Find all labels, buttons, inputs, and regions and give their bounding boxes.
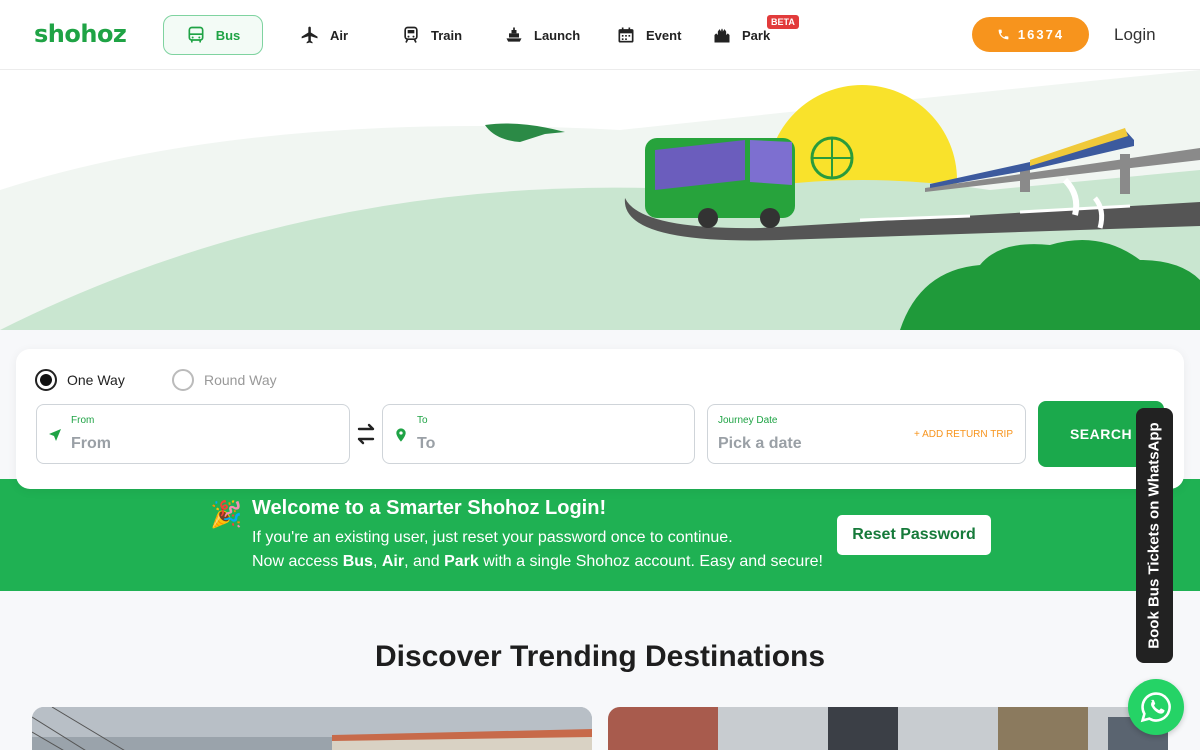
radio-checked-icon	[35, 369, 57, 391]
ship-icon	[506, 27, 522, 42]
bus-icon	[188, 26, 204, 43]
journey-date-input[interactable]: Pick a date	[718, 435, 802, 453]
trip-type-round-way[interactable]: Round Way	[172, 369, 277, 391]
nav-label-event: Event	[646, 27, 682, 43]
whatsapp-booking-tab[interactable]: Book Bus Tickets on WhatsApp	[1136, 408, 1173, 663]
nav-tab-launch[interactable]: Launch	[492, 15, 592, 55]
banner-sep-1: ,	[372, 553, 382, 570]
banner-line-1: If you're an existing user, just reset y…	[252, 529, 733, 546]
train-icon	[404, 26, 418, 43]
journey-date-label: Journey Date	[718, 415, 778, 426]
whatsapp-icon	[1140, 692, 1171, 723]
castle-icon	[714, 28, 730, 43]
to-label: To	[417, 415, 428, 426]
nav-tab-air[interactable]: Air	[288, 15, 360, 55]
hero-scene	[0, 70, 1200, 330]
from-label: From	[71, 415, 95, 426]
to-input[interactable]: To	[417, 435, 435, 453]
shohoz-logo[interactable]: shohoz	[34, 20, 127, 48]
destination-image	[608, 707, 1168, 750]
banner-park-text: Park	[444, 553, 479, 570]
beta-badge: BETA	[767, 15, 799, 29]
top-header: shohoz Bus Air Train Launch Event Park B…	[0, 0, 1200, 70]
banner-air-text: Air	[381, 553, 405, 570]
banner-sep-2: , and	[404, 553, 445, 570]
banner-line-2: Now access Bus, Air, and Park with a sin…	[252, 553, 823, 571]
location-pin-icon	[396, 428, 406, 442]
party-popper-icon: 🎉	[210, 499, 243, 529]
nav-tab-train[interactable]: Train	[389, 15, 474, 55]
banner-line-2-suffix: with a single Shohoz account. Easy and s…	[478, 553, 823, 570]
banner-title: Welcome to a Smarter Shohoz Login!	[252, 497, 607, 519]
banner-line-2-prefix: Now access	[252, 553, 343, 570]
nav-label-park: Park	[742, 27, 771, 43]
one-way-label: One Way	[67, 372, 125, 388]
from-field[interactable]: From From	[36, 404, 350, 464]
trip-type-one-way[interactable]: One Way	[35, 369, 125, 391]
nav-label-train: Train	[431, 27, 463, 43]
swap-icon[interactable]	[355, 419, 377, 449]
radio-unchecked-icon	[172, 369, 194, 391]
destination-card[interactable]	[608, 707, 1168, 750]
whatsapp-tab-label: Book Bus Tickets on WhatsApp	[1146, 422, 1164, 649]
trip-search-card: One Way Round Way From From To To Journe…	[16, 349, 1184, 489]
destination-card[interactable]	[32, 707, 592, 750]
phone-icon	[998, 29, 1009, 40]
nav-label-launch: Launch	[534, 27, 581, 43]
reset-password-button[interactable]: Reset Password	[837, 515, 991, 555]
destination-image	[32, 707, 592, 750]
round-way-label: Round Way	[204, 372, 277, 388]
nav-label-bus: Bus	[215, 27, 241, 43]
trending-title: Discover Trending Destinations	[374, 640, 826, 673]
navigation-arrow-icon	[49, 429, 61, 441]
hero-illustration	[0, 70, 1200, 330]
from-input[interactable]: From	[71, 435, 111, 453]
calendar-icon	[618, 27, 634, 43]
hotline-number: 16374	[1017, 27, 1065, 42]
to-field[interactable]: To To	[382, 404, 695, 464]
nav-tab-bus[interactable]: Bus	[163, 15, 263, 55]
login-announcement-banner: 🎉 Welcome to a Smarter Shohoz Login! If …	[0, 479, 1200, 591]
whatsapp-chat-button[interactable]	[1128, 679, 1184, 735]
nav-tab-event[interactable]: Event	[604, 15, 693, 55]
login-link[interactable]: Login	[1114, 25, 1156, 45]
nav-label-air: Air	[330, 27, 349, 43]
add-return-trip-link[interactable]: + ADD RETURN TRIP	[914, 429, 1013, 440]
banner-bus-text: Bus	[342, 553, 373, 570]
hotline-button[interactable]: 16374	[972, 17, 1089, 52]
plane-icon	[301, 26, 318, 44]
journey-date-field[interactable]: Journey Date Pick a date + ADD RETURN TR…	[707, 404, 1026, 464]
